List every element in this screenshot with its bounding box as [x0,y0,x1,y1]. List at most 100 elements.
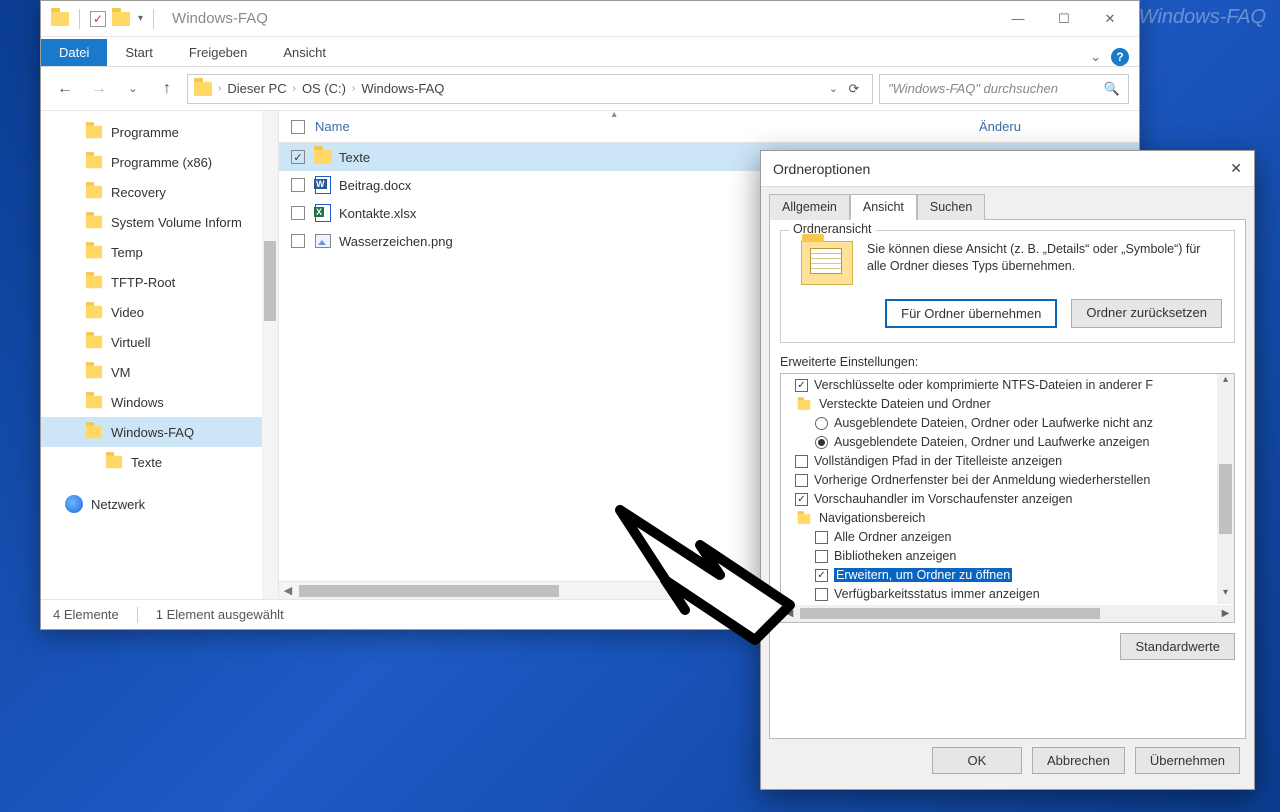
apply-to-folders-button[interactable]: Für Ordner übernehmen [885,299,1057,328]
scroll-down-icon[interactable]: ▾ [1217,587,1234,604]
checkbox[interactable] [815,531,828,544]
breadcrumb-item[interactable]: Dieser PC [227,81,286,96]
advanced-option[interactable]: Alle Ordner anzeigen [785,528,1213,547]
checkbox[interactable] [795,474,808,487]
tree-item[interactable]: Video [41,297,278,327]
close-button[interactable]: ✕ [1087,4,1133,34]
search-placeholder: "Windows-FAQ" durchsuchen [888,81,1058,96]
checkbox[interactable] [795,493,808,506]
tab-general[interactable]: Allgemein [769,194,850,220]
chevron-down-icon[interactable]: ⌄ [1090,49,1101,65]
search-input[interactable]: "Windows-FAQ" durchsuchen 🔍 [879,74,1129,104]
window-title: Windows-FAQ [172,10,268,27]
horizontal-scrollbar[interactable]: ◀ ▶ [781,605,1234,622]
advanced-option[interactable]: Bibliotheken anzeigen [785,547,1213,566]
qat-properties-icon[interactable]: ✓ [90,11,106,27]
refresh-icon[interactable]: ⟳ [842,81,866,97]
advanced-option[interactable]: Vollständigen Pfad in der Titelleiste an… [785,452,1213,471]
tree-item[interactable]: TFTP-Root [41,267,278,297]
folder-icon [86,126,102,139]
reset-folders-button[interactable]: Ordner zurücksetzen [1071,299,1222,328]
scrollbar[interactable]: ▴ ▾ [1217,374,1234,604]
scroll-right-icon[interactable]: ▶ [1217,608,1234,619]
tree-item[interactable]: Windows-FAQ [41,417,278,447]
apply-button[interactable]: Übernehmen [1135,747,1240,774]
tab-view[interactable]: Ansicht [850,194,917,220]
history-dropdown[interactable]: ⌄ [119,82,147,95]
tree-item[interactable]: Programme [41,117,278,147]
scroll-left-icon[interactable]: ◀ [781,608,798,619]
cancel-button[interactable]: Abbrechen [1032,747,1125,774]
scroll-thumb[interactable] [1219,464,1232,534]
advanced-option[interactable]: Erweitern, um Ordner zu öffnen [785,566,1213,585]
scroll-left-icon[interactable]: ◀ [279,584,297,597]
chevron-down-icon[interactable]: ⌄ [829,82,838,95]
breadcrumb-item[interactable]: OS (C:) [302,81,346,96]
desktop-watermark: Windows-FAQ [1139,6,1266,29]
help-icon[interactable]: ? [1111,48,1129,66]
tab-share[interactable]: Freigeben [171,39,266,66]
tree-item-network[interactable]: Netzwerk [41,495,278,513]
advanced-option[interactable]: Vorherige Ordnerfenster bei der Anmeldun… [785,471,1213,490]
restore-defaults-button[interactable]: Standardwerte [1120,633,1235,660]
radio[interactable] [815,436,828,449]
tree-item[interactable]: Programme (x86) [41,147,278,177]
checkbox[interactable] [815,550,828,563]
scroll-thumb[interactable] [299,585,559,597]
image-file-icon [315,234,331,248]
tab-search[interactable]: Suchen [917,194,985,220]
advanced-option[interactable]: Verfügbarkeitsstatus immer anzeigen [785,585,1213,604]
up-button[interactable]: ↑ [153,80,181,98]
advanced-option: Versteckte Dateien und Ordner [785,395,1213,414]
tab-file[interactable]: Datei [41,39,107,66]
advanced-option[interactable]: Ausgeblendete Dateien, Ordner oder Laufw… [785,414,1213,433]
back-button[interactable]: ← [51,80,79,98]
close-icon[interactable]: ✕ [1230,160,1242,177]
folder-view-text: Sie können diese Ansicht (z. B. „Details… [867,241,1222,285]
radio[interactable] [815,417,828,430]
search-icon[interactable]: 🔍 [1104,81,1120,97]
ribbon-tabs: Datei Start Freigeben Ansicht ⌄ ? [41,37,1139,67]
tab-start[interactable]: Start [107,39,170,66]
tree-item[interactable]: Virtuell [41,327,278,357]
row-checkbox[interactable] [285,178,311,192]
tree-item[interactable]: Recovery [41,177,278,207]
minimize-button[interactable]: — [995,4,1041,34]
row-checkbox[interactable]: ✓ [285,150,311,164]
window-controls: — ☐ ✕ [995,4,1133,34]
advanced-settings-list[interactable]: Verschlüsselte oder komprimierte NTFS-Da… [780,373,1235,623]
nav-tree[interactable]: ProgrammeProgramme (x86)RecoverySystem V… [41,111,279,599]
checkbox[interactable] [795,379,808,392]
scroll-thumb[interactable] [800,608,1100,619]
maximize-button[interactable]: ☐ [1041,4,1087,34]
row-checkbox[interactable] [285,234,311,248]
breadcrumb-item[interactable]: Windows-FAQ [361,81,444,96]
tree-item[interactable]: Temp [41,237,278,267]
excel-file-icon [315,204,331,222]
breadcrumb[interactable]: › Dieser PC › OS (C:) › Windows-FAQ ⌄ ⟳ [187,74,873,104]
tree-item[interactable]: System Volume Inform [41,207,278,237]
checkbox[interactable] [815,569,828,582]
tab-view[interactable]: Ansicht [265,39,344,66]
header-date[interactable]: Änderu [979,119,1139,134]
advanced-option[interactable]: Vorschauhandler im Vorschaufenster anzei… [785,490,1213,509]
scrollbar[interactable] [262,111,278,599]
tree-item[interactable]: Windows [41,387,278,417]
chevron-down-icon[interactable]: ▾ [138,13,143,24]
folder-icon[interactable] [112,12,130,26]
row-checkbox[interactable] [285,206,311,220]
tree-label: Virtuell [111,335,151,350]
checkbox[interactable] [795,455,808,468]
header-name[interactable]: ▴ Name [311,119,979,134]
header-name-label: Name [315,119,350,134]
advanced-option[interactable]: Verschlüsselte oder komprimierte NTFS-Da… [785,376,1213,395]
scroll-up-icon[interactable]: ▴ [1217,374,1234,391]
advanced-option[interactable]: Ausgeblendete Dateien, Ordner und Laufwe… [785,433,1213,452]
header-checkbox[interactable] [285,120,311,134]
tree-item[interactable]: Texte [41,447,278,477]
folder-view-icon [801,241,853,285]
checkbox[interactable] [815,588,828,601]
forward-button[interactable]: → [85,80,113,98]
tree-item[interactable]: VM [41,357,278,387]
ok-button[interactable]: OK [932,747,1022,774]
